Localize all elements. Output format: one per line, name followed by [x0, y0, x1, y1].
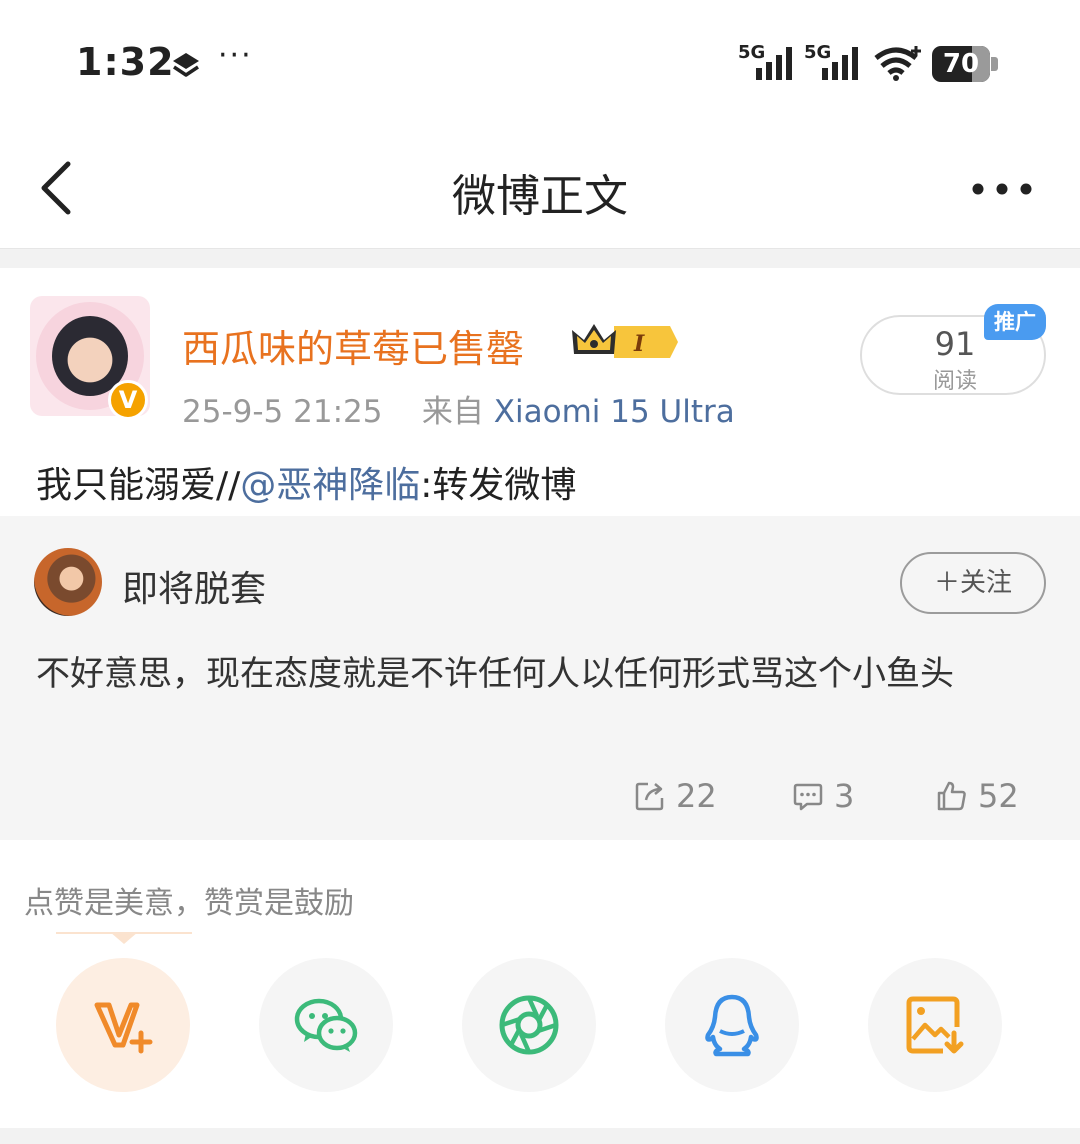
post-text-main: 我只能溺爱//: [36, 465, 241, 506]
signal-icon: [756, 47, 792, 80]
retweeted-post[interactable]: 即将脱套 ＋关注 不好意思，现在态度就是不许任何人以任何形式骂这个小鱼头 22 …: [0, 516, 1080, 840]
retweet-author-avatar[interactable]: [34, 548, 102, 616]
repost-count: 22: [676, 777, 717, 815]
post-device[interactable]: Xiaomi 15 Ultra: [494, 394, 735, 430]
signal-icon-2: [822, 47, 858, 80]
wechat-icon: [294, 998, 358, 1052]
vip-reward-button[interactable]: [56, 958, 190, 1092]
save-image-icon: [906, 996, 964, 1054]
read-label: 阅读: [932, 369, 977, 394]
bottom-divider: [0, 1128, 1080, 1144]
share-qq-button[interactable]: [665, 958, 799, 1092]
comment-count: 3: [834, 777, 855, 815]
battery-indicator: 70: [932, 46, 998, 82]
svg-text:I: I: [633, 331, 645, 357]
post-text-suffix: :转发微博: [420, 465, 577, 506]
status-more-icon: ···: [218, 38, 253, 73]
comment-icon: [793, 783, 823, 811]
like-button[interactable]: 52: [936, 774, 1019, 818]
repost-icon: [635, 782, 664, 811]
like-icon: [937, 781, 966, 811]
vip-reward-icon: [94, 1002, 153, 1054]
save-image-button[interactable]: [868, 958, 1002, 1092]
section-divider: [0, 248, 1080, 268]
retweet-action-bar: 22 3 52: [0, 774, 1080, 818]
layers-icon: [173, 53, 199, 77]
post-source-prefix: 来自: [421, 394, 484, 430]
share-wechat-button[interactable]: [259, 958, 393, 1092]
follow-button[interactable]: ＋关注: [900, 552, 1046, 614]
like-count: 52: [978, 777, 1019, 815]
verified-badge-icon: V: [108, 380, 148, 420]
status-time: 1:32: [76, 40, 175, 84]
moments-icon: [499, 995, 559, 1055]
page-title: 微博正文: [452, 171, 628, 222]
battery-level: 70: [942, 49, 980, 79]
reward-hint: 点赞是美意，赞赏是鼓励: [24, 886, 354, 921]
promote-tag[interactable]: 推广: [984, 304, 1046, 340]
reward-indicator-caret: [110, 932, 138, 944]
post-meta: 25-9-5 21:25 来自 Xiaomi 15 Ultra: [182, 386, 735, 431]
repost-button[interactable]: 22: [634, 774, 717, 818]
retweet-text: 不好意思，现在态度就是不许任何人以任何形式骂这个小鱼头: [36, 654, 954, 694]
status-bar: 1:32 ··· 5G 5G 70: [0, 0, 1080, 120]
author-username[interactable]: 西瓜味的草莓已售罄: [182, 318, 524, 373]
more-icon[interactable]: [970, 174, 1034, 204]
wifi-icon: [874, 46, 921, 81]
share-moments-button[interactable]: [462, 958, 596, 1092]
qq-icon: [705, 994, 759, 1057]
mention-link[interactable]: @恶神降临: [240, 465, 420, 506]
crown-member-badge-icon[interactable]: I: [570, 320, 678, 364]
post-text: 我只能溺爱//@恶神降临:转发微博: [36, 456, 576, 508]
comment-button[interactable]: 3: [792, 774, 854, 818]
post-timestamp: 25-9-5 21:25: [182, 394, 383, 430]
nav-bar: 微博正文: [0, 120, 1080, 250]
retweet-author-username[interactable]: 即将脱套: [122, 560, 266, 612]
